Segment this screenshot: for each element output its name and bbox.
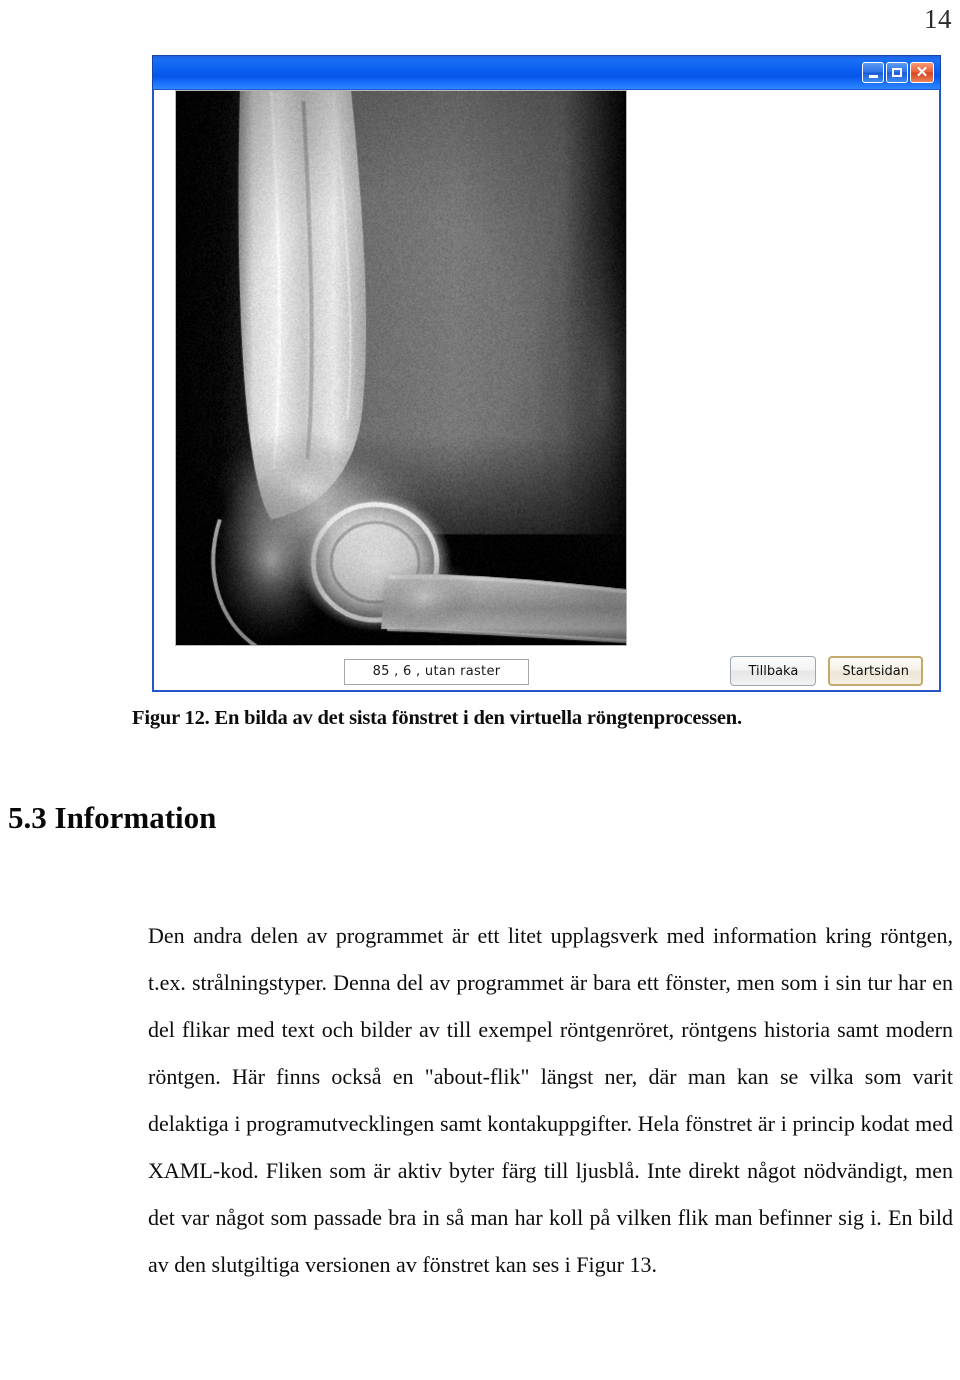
figure-caption: Figur 12. En bilda av det sista fönstret… (132, 707, 952, 730)
action-button-row: Tillbaka Startsidan (730, 656, 923, 686)
home-button[interactable]: Startsidan (828, 656, 923, 686)
back-button[interactable]: Tillbaka (730, 656, 816, 686)
xray-image-frame (175, 90, 627, 646)
section-heading: 5.3 Information (8, 800, 216, 836)
xray-image (176, 91, 626, 645)
maximize-icon (892, 68, 902, 77)
exposure-value-field[interactable]: 85 , 6 , utan raster (344, 659, 529, 685)
close-icon: ✕ (916, 65, 929, 80)
window-titlebar[interactable]: ✕ (152, 55, 941, 90)
minimize-button[interactable] (862, 62, 884, 83)
body-paragraph: Den andra delen av programmet är ett lit… (148, 912, 953, 1288)
window-controls: ✕ (862, 62, 934, 83)
maximize-button[interactable] (886, 62, 908, 83)
page-number: 14 (924, 4, 952, 35)
window-client-area: 85 , 6 , utan raster Tillbaka Startsidan (154, 90, 939, 690)
minimize-icon (869, 75, 878, 78)
application-window: ✕ 85 , 6 , utan raster Tillbaka Startsid… (152, 55, 941, 692)
close-button[interactable]: ✕ (910, 62, 934, 83)
